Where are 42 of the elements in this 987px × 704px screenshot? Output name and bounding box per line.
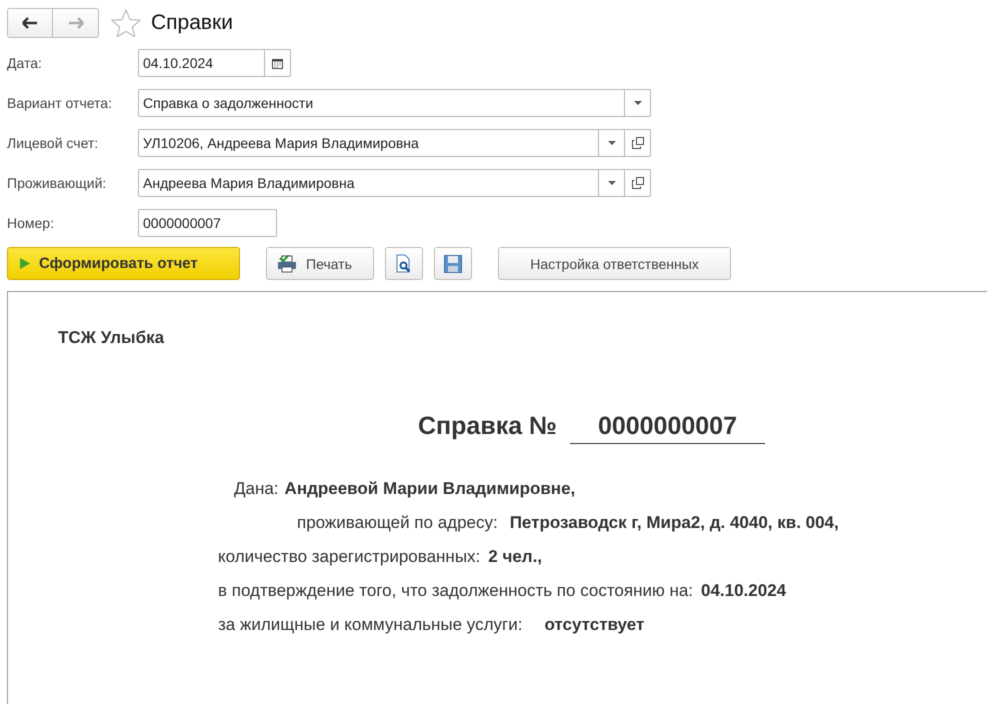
print-button[interactable]: Печать — [266, 247, 374, 280]
report-label: проживающей по адресу: — [297, 513, 498, 533]
report-value: отсутствует — [544, 615, 644, 635]
save-button[interactable] — [434, 247, 472, 280]
field-label: Проживающий: — [7, 175, 108, 191]
report-value: Петрозаводск г, Мира2, д. 4040, кв. 004, — [510, 513, 839, 533]
report-label: за жилищные и коммунальные услуги: — [218, 615, 522, 635]
number-field[interactable]: 0000000007 — [138, 209, 277, 237]
dropdown-field[interactable]: УЛ10206, Андреева Мария Владимировна — [138, 129, 651, 157]
date-field[interactable]: 04.10.2024 — [138, 49, 291, 77]
star-icon[interactable] — [111, 9, 141, 37]
field-label: Дата: — [7, 55, 43, 71]
document-magnifier-icon — [396, 254, 412, 274]
back-arrow-icon — [22, 17, 38, 29]
organization-name: ТСЖ Улыбка — [58, 328, 166, 348]
caret-icon — [634, 101, 642, 105]
play-icon — [20, 258, 30, 269]
report-label: количество зарегистрированных: — [218, 547, 480, 567]
dropdown-field[interactable]: Андреева Мария Владимировна — [138, 169, 651, 197]
report-number: 0000000007 — [570, 412, 765, 444]
forward-arrow-icon — [68, 17, 84, 29]
report-value: 04.10.2024 — [701, 581, 786, 601]
report-value: Андреевой Марии Владимировне, — [284, 479, 576, 499]
preview-button[interactable] — [385, 247, 423, 280]
settings-responsible-button[interactable]: Настройка ответственных — [498, 247, 731, 280]
field-label: Вариант отчета: — [7, 95, 113, 111]
dropdown-field[interactable]: Справка о задолженности — [138, 89, 651, 117]
field-label: Лицевой счет: — [7, 135, 100, 151]
report-value: 2 чел., — [488, 547, 542, 567]
caret-icon — [608, 141, 616, 145]
caret-icon — [608, 181, 616, 185]
open-window-icon — [632, 177, 644, 189]
open-window-icon — [632, 137, 644, 149]
printer-icon — [277, 254, 297, 272]
report-title: Справка № — [418, 412, 557, 441]
generate-report-button[interactable]: Сформировать отчет — [7, 247, 240, 280]
report-label: в подтверждение того, что задолженность по состоянию на: — [218, 581, 694, 601]
window-title: Справки — [151, 11, 233, 35]
field-label: Номер: — [7, 215, 55, 231]
back-button[interactable] — [7, 8, 53, 38]
report-label: Дана: — [234, 479, 279, 499]
calendar-icon — [272, 58, 283, 68]
